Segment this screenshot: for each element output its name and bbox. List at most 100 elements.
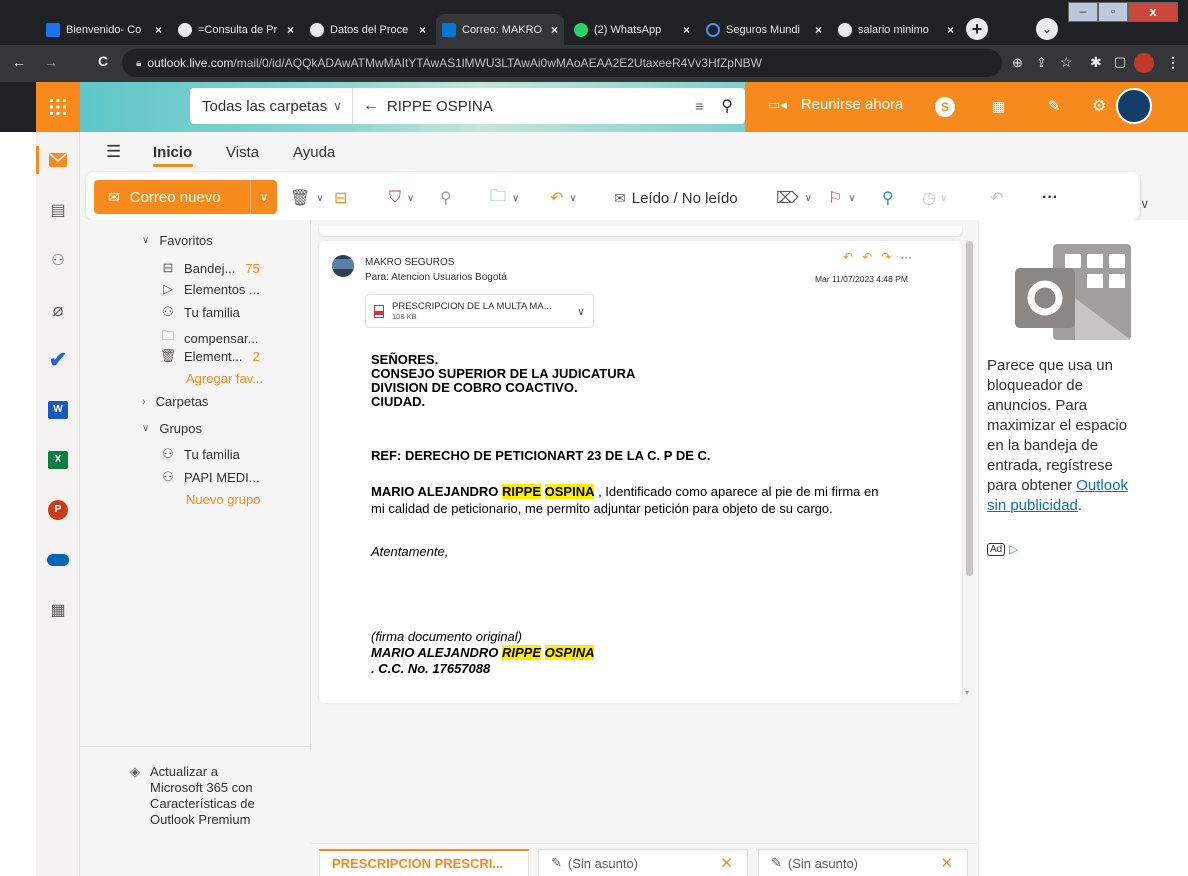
forward-icon[interactable]: →	[44, 54, 58, 70]
skype-icon[interactable]: S	[935, 97, 955, 117]
more-options-button[interactable]: ···	[1042, 183, 1058, 213]
ribbon-collapse-icon[interactable]: ∨	[1140, 196, 1150, 212]
more-icon[interactable]: ···	[900, 250, 912, 264]
meet-now-button[interactable]: ▭◂ Reunirse ahora	[768, 96, 903, 113]
new-group-link[interactable]: Nuevo grupo	[186, 492, 260, 507]
menu-icon[interactable]: ⋮	[1166, 54, 1180, 71]
draft-tab[interactable]: PRESCRIPCION PRESCRI...	[319, 849, 529, 876]
teams-icon[interactable]: ▦	[992, 98, 1005, 115]
new-mail-dropdown[interactable]: ∨	[250, 180, 277, 214]
feedback-icon[interactable]: ✎	[1048, 97, 1061, 115]
flag-button[interactable]: ⚐ ∨	[828, 183, 856, 213]
folder-item[interactable]: ▷ Elementos ...	[160, 281, 260, 297]
folders-section[interactable]: › Carpetas	[142, 394, 208, 409]
draft-tab[interactable]: ✎ (Sin asunto) ✕	[538, 849, 748, 876]
undo-button[interactable]: ↶	[990, 183, 1003, 213]
word-icon[interactable]: W	[44, 396, 72, 424]
mail-icon[interactable]	[44, 146, 72, 174]
reply-all-icon[interactable]: ↶	[862, 250, 872, 264]
back-arrow-icon[interactable]: ←	[363, 97, 379, 115]
excel-icon[interactable]: X	[44, 446, 72, 474]
favorites-section[interactable]: ∨ Favoritos	[142, 233, 213, 248]
scroll-down-icon[interactable]: ▾	[965, 688, 969, 697]
filter-icon[interactable]: ≡	[695, 98, 703, 114]
close-icon[interactable]: ✕	[720, 854, 733, 872]
close-icon[interactable]: ×	[419, 23, 426, 37]
minimize-button[interactable]: –	[1068, 2, 1098, 22]
attachment-icon[interactable]: ⌀	[44, 296, 72, 324]
tag-button[interactable]: ⌦ ∨	[776, 183, 812, 213]
groups-section[interactable]: ∨ Grupos	[142, 421, 202, 436]
close-icon[interactable]: ✕	[940, 854, 953, 872]
extensions-icon[interactable]: ✱	[1090, 54, 1102, 71]
tab-vista[interactable]: Vista	[226, 144, 259, 161]
close-icon[interactable]: ×	[683, 23, 690, 37]
search-icon[interactable]: ⚲	[721, 96, 733, 116]
close-icon[interactable]: ×	[287, 23, 294, 37]
attachment-card[interactable]: PRESCRIPCION DE LA MULTA MA... 108 KB ∨	[365, 294, 594, 328]
browser-tab[interactable]: salario minimo ×	[832, 14, 960, 45]
folder-item[interactable]: ⊟ Bandej... 75	[160, 260, 260, 276]
browser-tab[interactable]: Seguros Mundi ×	[700, 14, 828, 45]
tab-ayuda[interactable]: Ayuda	[293, 144, 335, 161]
sender-avatar[interactable]	[332, 255, 354, 277]
reply-button[interactable]: ↶ ∨	[550, 183, 577, 213]
scrollbar[interactable]	[966, 241, 973, 576]
browser-tab[interactable]: =Consulta de Pr ×	[172, 14, 300, 45]
hamburger-icon[interactable]: ☰	[106, 142, 121, 162]
chevron-down-icon[interactable]: ∨	[577, 305, 585, 318]
group-item[interactable]: ⚇ PAPI MEDI...	[160, 469, 259, 485]
report-button[interactable]: ⛉ ∨	[389, 183, 414, 213]
settings-icon[interactable]: ⚙	[1092, 96, 1106, 116]
people-icon[interactable]: ⚇	[44, 246, 72, 274]
move-to-button[interactable]: 🗀︎ ∨	[490, 183, 519, 213]
browser-tab[interactable]: Datos del Proce ×	[304, 14, 432, 45]
close-icon[interactable]: ×	[815, 23, 822, 37]
sender-name[interactable]: MAKRO SEGUROS	[365, 257, 454, 268]
close-window-button[interactable]: x	[1128, 2, 1178, 22]
new-mail-button[interactable]: ✉ Correo nuevo	[94, 180, 250, 214]
forward-icon[interactable]: ↷	[881, 250, 891, 264]
folder-scope-dropdown[interactable]: Todas las carpetas ∨	[190, 88, 353, 124]
snooze-button[interactable]: ◷ ∨	[922, 183, 947, 213]
reply-icon[interactable]: ↶	[843, 250, 853, 264]
delete-button[interactable]: 🗑︎ ∨	[290, 183, 324, 213]
folder-item[interactable]: 🗀︎ compensar...	[160, 327, 258, 349]
sweep-button[interactable]: ⚲	[440, 183, 452, 213]
draft-tab[interactable]: ✎ (Sin asunto) ✕	[758, 849, 968, 876]
ad-badge[interactable]: Ad ▷	[987, 542, 1018, 556]
avatar[interactable]	[1116, 88, 1152, 124]
profile-avatar[interactable]	[1134, 53, 1154, 73]
close-icon[interactable]: ×	[155, 23, 162, 37]
app-launcher-icon[interactable]	[36, 82, 80, 132]
maximize-button[interactable]: ▫	[1098, 2, 1128, 22]
search-input[interactable]: RIPPE OSPINA	[387, 98, 695, 115]
onedrive-icon[interactable]	[44, 546, 72, 574]
browser-tab[interactable]: (2) WhatsApp ×	[568, 14, 696, 45]
powerpoint-icon[interactable]: P	[44, 496, 72, 524]
sidepanel-icon[interactable]: ▢	[1114, 54, 1126, 70]
folder-item[interactable]: 🗑︎ Element... 2	[160, 348, 260, 364]
archive-button[interactable]: ⊟	[334, 183, 347, 213]
tab-inicio[interactable]: Inicio	[153, 144, 192, 161]
more-apps-icon[interactable]: ▦	[44, 596, 72, 624]
url-input[interactable]: 🔒︎ outlook.live.com/mail/0/id/AQQkADAwAT…	[122, 49, 1002, 77]
back-icon[interactable]: ←	[12, 54, 26, 70]
group-item[interactable]: ⚇ Tu familia	[160, 446, 240, 462]
read-unread-button[interactable]: ✉ Leído / No leído	[614, 183, 738, 213]
add-favorite-link[interactable]: Agregar fav...	[186, 371, 263, 386]
zoom-icon[interactable]: ⊕	[1012, 55, 1023, 71]
close-icon[interactable]: ×	[551, 23, 558, 37]
reload-icon[interactable]: C	[98, 53, 108, 69]
new-tab-button[interactable]: +	[966, 18, 988, 40]
pin-button[interactable]: ⚲	[882, 183, 894, 213]
bookmark-icon[interactable]: ☆	[1060, 54, 1073, 71]
browser-tab[interactable]: Bienvenido- Co ×	[40, 14, 168, 45]
upgrade-button[interactable]: ◈ Actualizar a Microsoft 365 con Caracte…	[130, 764, 300, 828]
share-icon[interactable]: ⇪	[1036, 55, 1047, 71]
calendar-icon[interactable]: ▤	[44, 196, 72, 224]
folder-item[interactable]: ⚇ Tu familia	[160, 304, 240, 320]
close-icon[interactable]: ×	[947, 23, 954, 37]
browser-tab-active[interactable]: Correo: MAKRO ×	[436, 14, 564, 45]
todo-icon[interactable]: ✔	[44, 346, 72, 374]
